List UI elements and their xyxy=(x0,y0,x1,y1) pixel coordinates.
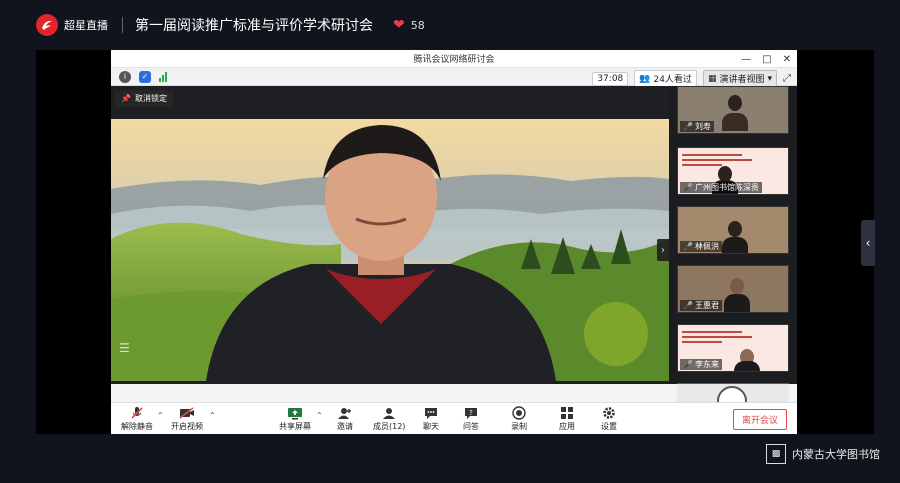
mic-icon: 🎤 xyxy=(683,183,693,192)
chevron-left-icon[interactable]: ‹ xyxy=(861,220,875,266)
mic-icon: 🎤 xyxy=(683,301,693,310)
unpin-button[interactable]: 📌 取消锁定 xyxy=(115,90,173,107)
mic-icon: 🎤 xyxy=(683,122,693,131)
pin-icon: 📌 xyxy=(121,94,131,103)
participant-name: 🎤 李东来 xyxy=(680,359,722,370)
chevron-down-icon: ▾ xyxy=(767,73,772,84)
apps-icon xyxy=(560,406,574,420)
settings-label: 设置 xyxy=(601,422,617,431)
share-screen-icon xyxy=(287,406,303,420)
minimize-icon[interactable]: — xyxy=(741,54,751,65)
participant-tile-partial[interactable] xyxy=(677,384,789,402)
meeting-toolbar: 解除静音 ⌃ 开启视频 ⌃ 共享屏幕 ⌃ 邀请 成员(12) 聊天 ? 问答 录… xyxy=(111,402,797,434)
chat-icon xyxy=(424,406,438,420)
window-title: 腾讯会议网络研讨会 xyxy=(413,55,495,65)
unmute-button[interactable]: 解除静音 xyxy=(121,406,153,432)
header-divider xyxy=(122,17,123,33)
watermark-text: 内蒙古大学图书馆 xyxy=(792,448,880,461)
meeting-timer: 37:08 xyxy=(592,71,629,86)
viewers-label: 24人看过 xyxy=(653,75,692,85)
participant-name: 🎤 林佩洪 xyxy=(680,241,722,252)
qa-button[interactable]: ? 问答 xyxy=(463,406,479,432)
participant-name: 🎤 广州图书馆陈深贵 xyxy=(680,182,762,193)
participant-tile[interactable]: 🎤 林佩洪 xyxy=(677,206,789,254)
settings-button[interactable]: 设置 xyxy=(601,406,617,432)
question-icon: ? xyxy=(464,406,478,420)
chaoxing-logo-icon xyxy=(36,14,58,36)
info-icon[interactable]: i xyxy=(119,70,131,83)
list-icon[interactable]: ☰ xyxy=(119,341,130,355)
add-user-icon xyxy=(338,406,352,420)
camera-off-icon xyxy=(179,406,195,420)
invite-label: 邀请 xyxy=(337,422,353,431)
participant-tile[interactable]: 🎤 广州图书馆陈深贵 xyxy=(677,147,789,195)
participant-tile[interactable]: 🎤 李东来 xyxy=(677,324,789,372)
qa-label: 问答 xyxy=(463,422,479,431)
people-icon: 👥 xyxy=(639,73,651,84)
mic-icon: 🎤 xyxy=(683,242,693,251)
start-video-button[interactable]: 开启视频 xyxy=(171,406,203,432)
signal-icon[interactable] xyxy=(159,71,167,82)
live-title: 第一届阅读推广标准与评价学术研讨会 xyxy=(135,18,373,34)
leave-meeting-button[interactable]: 离开会议 xyxy=(732,409,787,430)
members-icon xyxy=(382,406,396,420)
status-right: 37:08 👥 24人看过 ▦ 演讲者视图 ▾ ⤢ xyxy=(592,70,791,87)
main-speaker-video: 📌 取消锁定 ☰ › xyxy=(111,86,669,384)
start-video-label: 开启视频 xyxy=(171,422,203,431)
participant-tile[interactable]: 🎤 王惠君 xyxy=(677,265,789,313)
apps-button[interactable]: 应用 xyxy=(559,406,575,432)
chat-button[interactable]: 聊天 xyxy=(423,406,439,432)
heart-icon[interactable]: ❤ xyxy=(393,17,405,33)
members-label: 成员(12) xyxy=(373,422,406,431)
chat-label: 聊天 xyxy=(423,422,439,431)
library-logo-icon: ▩ xyxy=(766,444,786,464)
view-mode-select[interactable]: ▦ 演讲者视图 ▾ xyxy=(702,70,777,87)
status-bar: i ✓ 37:08 👥 24人看过 ▦ 演讲者视图 ▾ ⤢ xyxy=(111,68,797,87)
speaker-video-frame xyxy=(111,119,669,381)
maximize-icon[interactable]: □ xyxy=(762,54,771,65)
library-watermark: ▩ 内蒙古大学图书馆 xyxy=(766,444,880,464)
chevron-up-icon[interactable]: ⌃ xyxy=(157,411,164,420)
window-controls: — □ ✕ xyxy=(741,50,791,68)
unmute-label: 解除静音 xyxy=(121,422,153,431)
participant-name: 🎤 刘寿 xyxy=(680,121,714,132)
close-icon[interactable]: ✕ xyxy=(783,54,791,65)
view-mode-label: 演讲者视图 xyxy=(719,75,765,85)
gear-icon xyxy=(602,406,616,420)
participant-tile[interactable]: 🎤 刘寿 xyxy=(677,86,789,134)
fullscreen-icon[interactable]: ⤢ xyxy=(783,73,791,84)
viewers-count[interactable]: 👥 24人看过 xyxy=(634,70,697,87)
apps-label: 应用 xyxy=(559,422,575,431)
record-icon xyxy=(512,406,526,420)
mic-muted-icon xyxy=(130,406,144,420)
record-label: 录制 xyxy=(511,422,527,431)
collapse-panel-button[interactable]: › xyxy=(657,239,669,261)
record-button[interactable]: 录制 xyxy=(511,406,527,432)
like-count: 58 xyxy=(410,18,425,32)
live-header: 超星直播 第一届阅读推广标准与评价学术研讨会 ❤ 58 xyxy=(0,0,900,50)
members-button[interactable]: 成员(12) xyxy=(373,406,405,432)
unpin-label: 取消锁定 xyxy=(134,94,167,103)
grid-icon: ▦ xyxy=(707,73,717,84)
invite-button[interactable]: 邀请 xyxy=(337,406,353,432)
mic-icon: 🎤 xyxy=(683,360,693,369)
shield-icon[interactable]: ✓ xyxy=(139,70,151,83)
svg-text:?: ? xyxy=(469,409,473,417)
chevron-up-icon[interactable]: ⌃ xyxy=(316,411,323,420)
share-screen-button[interactable]: 共享屏幕 xyxy=(279,406,311,432)
participant-name: 🎤 王惠君 xyxy=(680,300,722,311)
window-title-bar: 腾讯会议网络研讨会 — □ ✕ xyxy=(111,50,797,68)
participant-panel: 🎤 刘寿 🎤 广州图书馆陈深贵 🎤 林佩洪 🎤 王惠君 🎤 李东来 xyxy=(669,86,797,384)
share-screen-label: 共享屏幕 xyxy=(279,422,311,431)
chevron-up-icon[interactable]: ⌃ xyxy=(209,411,216,420)
brand-name: 超星直播 xyxy=(64,19,108,32)
meeting-window: 腾讯会议网络研讨会 — □ ✕ i ✓ 37:08 👥 24人看过 ▦ 演讲者视… xyxy=(111,50,797,434)
